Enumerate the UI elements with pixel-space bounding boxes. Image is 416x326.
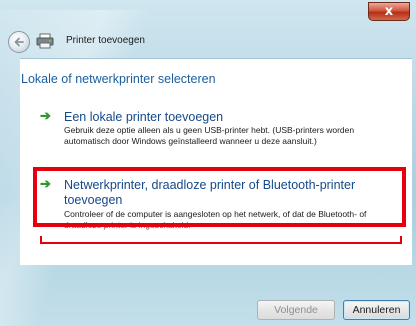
- option-local-printer-title: Een lokale printer toevoegen: [64, 110, 224, 124]
- add-printer-window: x Printer toevoegen Lokale of netwerkpri…: [0, 0, 416, 326]
- back-arrow-icon: [14, 37, 24, 47]
- next-button[interactable]: Volgende: [257, 300, 335, 320]
- page-heading: Lokale of netwerkprinter selecteren: [21, 72, 216, 86]
- annotation-highlight-box: [33, 167, 406, 227]
- option-local-printer[interactable]: ➔ Een lokale printer toevoegen Gebruik d…: [40, 108, 400, 152]
- back-button[interactable]: [8, 31, 30, 53]
- wizard-content-panel: [20, 58, 412, 265]
- window-title: Printer toevoegen: [66, 35, 145, 46]
- printer-icon: [36, 33, 54, 49]
- close-button[interactable]: x: [368, 2, 410, 21]
- option-local-printer-desc-line1: Gebruik deze optie alleen als u geen USB…: [64, 125, 355, 135]
- option-local-printer-desc-line2: automatisch door Windows geïnstalleerd w…: [64, 136, 317, 146]
- close-icon: x: [384, 4, 394, 19]
- green-arrow-icon: ➔: [40, 108, 51, 123]
- annotation-bracket: [40, 236, 402, 244]
- cancel-button[interactable]: Annuleren: [343, 300, 410, 320]
